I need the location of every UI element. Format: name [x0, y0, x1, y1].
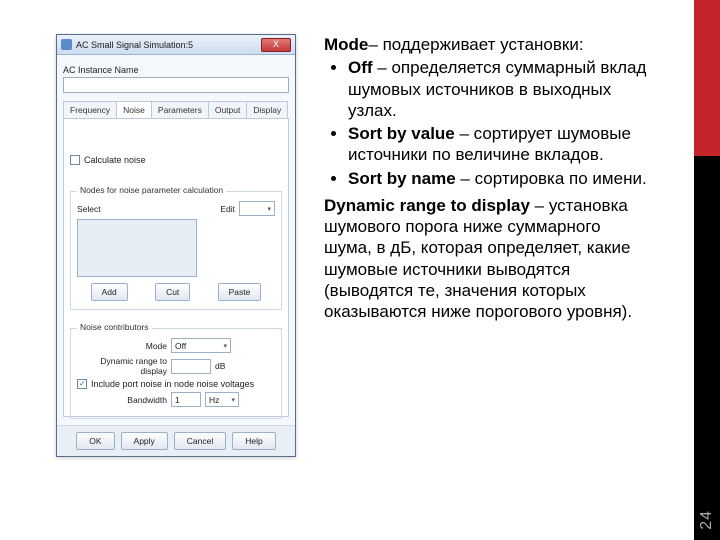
kw: Sort by value — [348, 124, 455, 143]
nodes-legend: Nodes for noise parameter calculation — [77, 185, 226, 195]
line-mode: Mode– поддерживает установки: — [324, 34, 650, 55]
para-dynrange: Dynamic range to display – установка шум… — [324, 195, 650, 323]
include-port-checkbox[interactable]: Include port noise in node noise voltage… — [77, 379, 275, 389]
tab-output[interactable]: Output — [208, 101, 248, 118]
tab-frequency[interactable]: Frequency — [63, 101, 117, 118]
tab-parameters[interactable]: Parameters — [151, 101, 209, 118]
txt: – поддерживает установки: — [368, 35, 583, 54]
dyn-input[interactable] — [171, 359, 211, 374]
mode-select[interactable]: Off ▾ — [171, 338, 231, 353]
bw-label: Bandwidth — [77, 395, 167, 405]
nodes-group: Nodes for noise parameter calculation Se… — [70, 191, 282, 310]
tab-bar: Frequency Noise Parameters Output Displa… — [63, 101, 289, 119]
include-label: Include port noise in node noise voltage… — [91, 379, 254, 389]
stripe-black — [694, 156, 720, 540]
instance-label: AC Instance Name — [63, 65, 289, 75]
list-item: Off – определяется суммарный вклад шумов… — [348, 57, 650, 121]
help-button[interactable]: Help — [232, 432, 275, 450]
instance-input[interactable] — [63, 77, 289, 93]
bw-unit: Hz — [209, 395, 219, 405]
app-icon — [61, 39, 72, 50]
txt: – сортировка по имени. — [456, 169, 647, 188]
edit-label: Edit — [220, 204, 235, 214]
dyn-unit: dB — [215, 361, 225, 371]
dialog-footer: OK Apply Cancel Help — [57, 425, 295, 456]
checkbox-icon — [70, 155, 80, 165]
cut-button[interactable]: Cut — [155, 283, 190, 301]
kw: Dynamic range to display — [324, 196, 530, 215]
txt: – определяется суммарный вклад шумовых и… — [348, 58, 646, 120]
bw-unit-select[interactable]: Hz ▾ — [205, 392, 239, 407]
cancel-button[interactable]: Cancel — [174, 432, 226, 450]
calc-noise-label: Calculate noise — [84, 155, 146, 165]
list-item: Sort by name – сортировка по имени. — [348, 168, 650, 189]
mode-list: Off – определяется суммарный вклад шумов… — [324, 57, 650, 189]
page-number: 24 — [698, 510, 716, 530]
tab-noise[interactable]: Noise — [116, 101, 152, 118]
titlebar: AC Small Signal Simulation:5 X — [57, 35, 295, 55]
contrib-legend: Noise contributors — [77, 322, 152, 332]
ok-button[interactable]: OK — [76, 432, 114, 450]
mode-value: Off — [175, 341, 186, 351]
edit-select[interactable]: ▾ — [239, 201, 275, 216]
tab-pane-noise: Calculate noise Nodes for noise paramete… — [63, 119, 289, 417]
calc-noise-checkbox[interactable]: Calculate noise — [70, 155, 282, 165]
checkbox-icon — [77, 379, 87, 389]
dyn-label: Dynamic range to display — [77, 356, 167, 376]
close-button[interactable]: X — [261, 38, 291, 52]
nodes-listbox[interactable] — [77, 219, 197, 277]
window-title: AC Small Signal Simulation:5 — [76, 40, 257, 50]
kw: Off — [348, 58, 373, 77]
body-text: Mode– поддерживает установки: Off – опре… — [324, 34, 680, 457]
dialog-window: AC Small Signal Simulation:5 X AC Instan… — [56, 34, 296, 457]
kw: Sort by name — [348, 169, 456, 188]
paste-button[interactable]: Paste — [218, 283, 262, 301]
kw-mode: Mode — [324, 35, 368, 54]
apply-button[interactable]: Apply — [121, 432, 168, 450]
list-item: Sort by value – сортирует шумовые источн… — [348, 123, 650, 166]
mode-label: Mode — [77, 341, 167, 351]
tab-display[interactable]: Display — [246, 101, 288, 118]
chevron-down-icon: ▾ — [223, 342, 227, 350]
chevron-down-icon: ▾ — [231, 396, 235, 404]
select-label: Select — [77, 204, 107, 214]
chevron-down-icon: ▾ — [267, 205, 271, 213]
contrib-group: Noise contributors Mode Off ▾ Dynamic ra… — [70, 328, 282, 419]
add-button[interactable]: Add — [91, 283, 128, 301]
bw-input[interactable]: 1 — [171, 392, 201, 407]
stripe-red — [694, 0, 720, 156]
